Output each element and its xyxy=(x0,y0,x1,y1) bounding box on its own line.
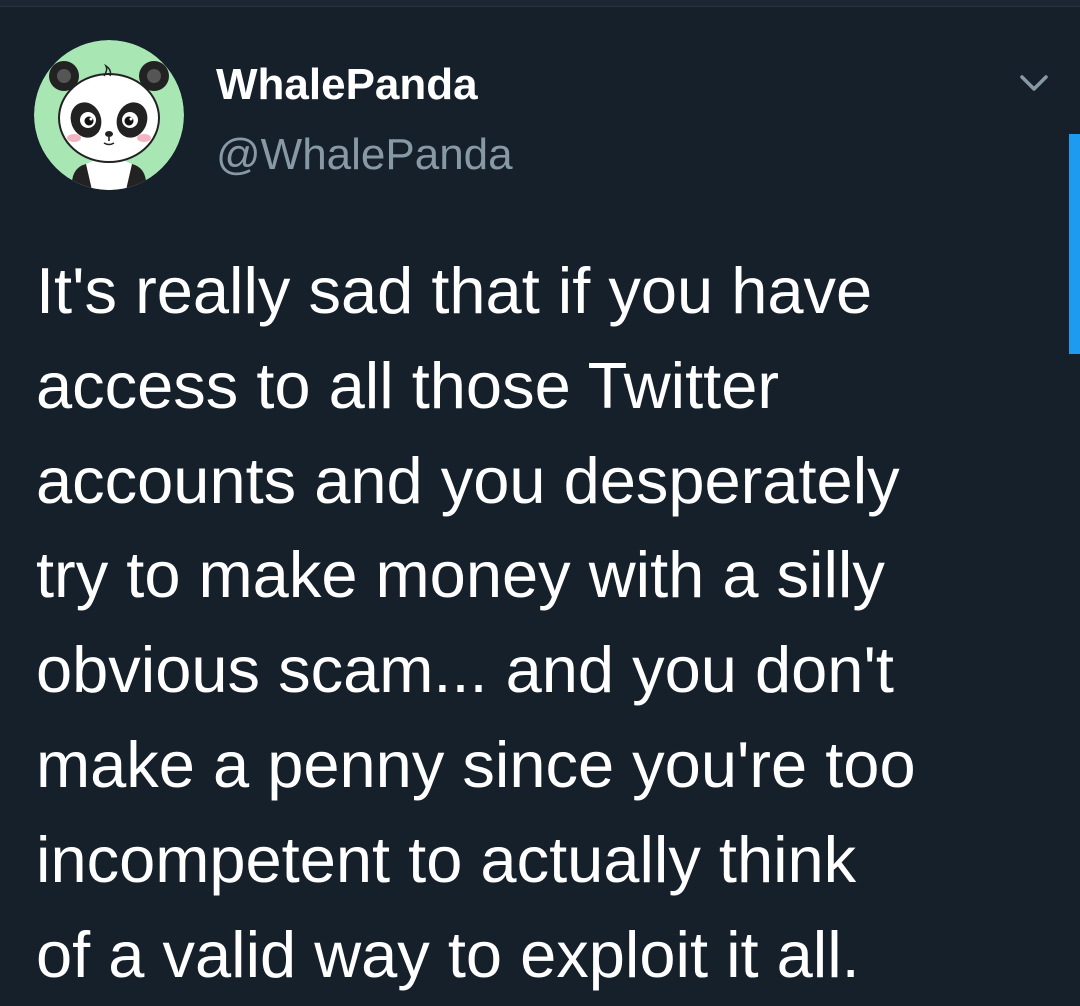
tweet-text-line: access to all those Twitter xyxy=(36,348,780,422)
tweet-text-line: accounts and you desperately xyxy=(36,443,900,517)
tweet[interactable]: WhalePanda @WhalePanda It's really sad t… xyxy=(0,0,1080,1006)
scrollbar-thumb[interactable] xyxy=(1069,134,1080,354)
tweet-text-line: try to make money with a silly xyxy=(36,538,885,612)
chevron-down-icon xyxy=(1020,75,1048,91)
author-display-name[interactable]: WhalePanda xyxy=(216,58,478,112)
tweet-text-line: It's really sad that if you have xyxy=(36,254,873,327)
tweet-text-line: obvious scam... and you don't xyxy=(36,633,894,707)
panda-avatar-icon xyxy=(34,40,184,190)
avatar[interactable] xyxy=(34,40,184,190)
tweet-text-line: of a valid way to exploit it all. xyxy=(36,917,860,991)
tweet-text-line: incompetent to actually think xyxy=(36,822,857,896)
tweet-text: It's really sad that if you have access … xyxy=(36,244,1056,1002)
tweet-text-line: make a penny since you're too xyxy=(36,727,916,801)
tweet-menu-button[interactable] xyxy=(1014,68,1054,98)
author-handle[interactable]: @WhalePanda xyxy=(216,128,513,182)
